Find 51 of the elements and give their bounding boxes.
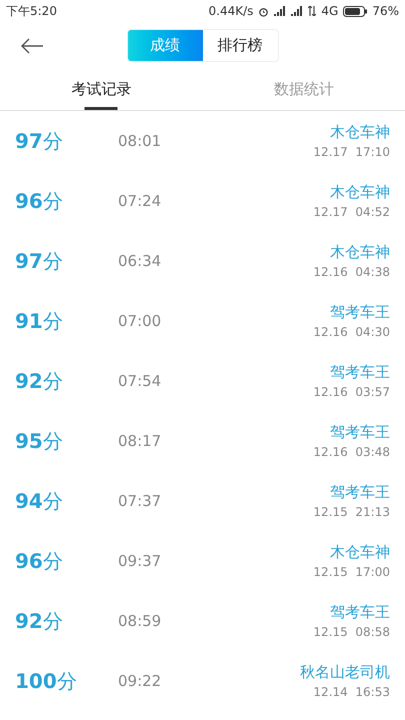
player-name: 秋名山老司机 — [300, 662, 390, 683]
signal-icon — [291, 6, 304, 16]
duration: 08:01 — [118, 130, 162, 152]
duration: 07:00 — [118, 310, 162, 332]
player-name: 驾考车王 — [330, 422, 390, 443]
score: 92分 — [15, 608, 64, 635]
battery-level: 76% — [372, 3, 399, 20]
score: 92分 — [15, 368, 64, 395]
score: 96分 — [15, 188, 64, 215]
duration: 07:37 — [118, 490, 162, 512]
score: 100分 — [15, 668, 78, 695]
score: 97分 — [15, 248, 64, 275]
back-arrow-icon — [20, 38, 44, 54]
exam-date: 12.14 16:53 — [313, 684, 390, 702]
player-name: 驾考车王 — [330, 482, 390, 503]
duration: 07:54 — [118, 370, 162, 392]
alarm-icon — [258, 6, 270, 16]
exam-date: 12.15 17:00 — [313, 564, 390, 582]
tab[interactable]: 考试记录 — [0, 68, 202, 110]
player-name: 驾考车王 — [330, 362, 390, 383]
player-name: 木仓车神 — [330, 182, 390, 203]
exam-date: 12.16 04:30 — [313, 324, 390, 342]
score: 96分 — [15, 548, 64, 575]
exam-date: 12.15 21:13 — [313, 504, 390, 522]
exam-date: 12.16 04:38 — [313, 264, 390, 282]
status-time: 下午5:20 — [6, 3, 57, 20]
signal-icon — [274, 6, 286, 16]
exam-date: 12.17 04:52 — [313, 204, 390, 222]
data-arrows-icon — [308, 6, 316, 16]
player-name: 木仓车神 — [330, 542, 390, 563]
network-type: 4G — [321, 3, 338, 20]
score: 95分 — [15, 428, 64, 455]
player-name: 驾考车王 — [330, 302, 390, 323]
duration: 09:22 — [118, 670, 162, 692]
duration: 07:24 — [118, 190, 162, 212]
duration: 09:37 — [118, 550, 162, 572]
network-speed: 0.44K/s — [208, 3, 254, 20]
exam-date: 12.16 03:48 — [313, 444, 390, 462]
player-name: 驾考车王 — [330, 602, 390, 623]
duration: 08:59 — [118, 610, 162, 632]
exam-date: 12.15 08:58 — [313, 624, 390, 642]
score: 94分 — [15, 488, 64, 515]
duration: 08:17 — [118, 430, 162, 452]
score: 91分 — [15, 308, 64, 335]
exam-date: 12.16 03:57 — [313, 384, 390, 402]
score: 97分 — [15, 128, 64, 155]
battery-icon — [343, 6, 368, 16]
player-name: 木仓车神 — [330, 122, 390, 143]
player-name: 木仓车神 — [330, 242, 390, 263]
duration: 06:34 — [118, 250, 162, 272]
exam-date: 12.17 17:10 — [313, 144, 390, 162]
